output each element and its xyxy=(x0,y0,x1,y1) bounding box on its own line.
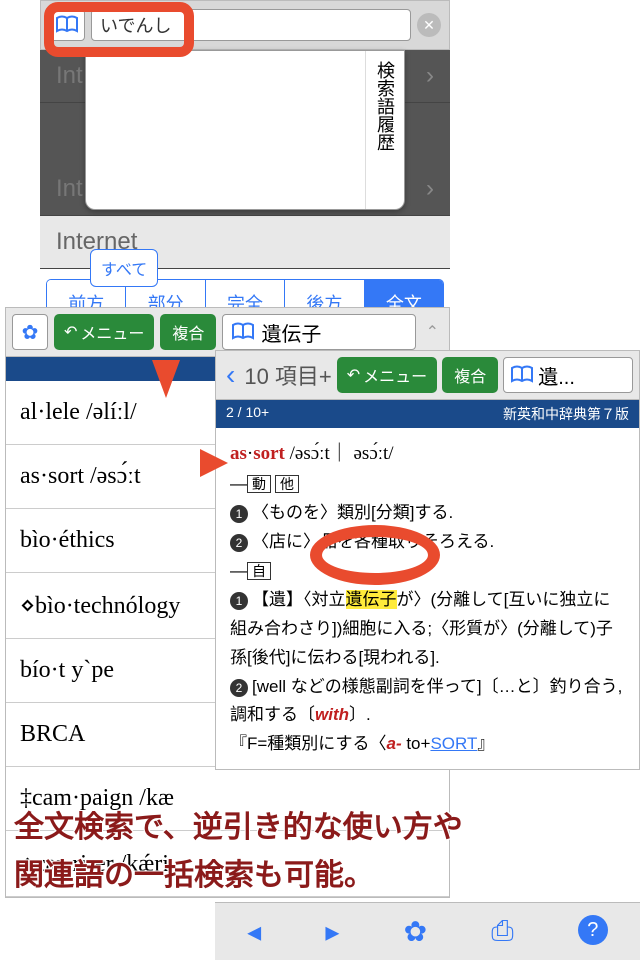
back-arrow-icon: ↶ xyxy=(64,322,77,342)
entry-header: 2 / 10+ 新英和中辞典第７版 xyxy=(216,400,639,428)
history-list[interactable] xyxy=(86,51,365,209)
back-button[interactable]: ‹ xyxy=(222,359,239,391)
help-button[interactable]: ? xyxy=(578,915,608,945)
chevron-right-icon: › xyxy=(426,62,434,90)
gear-icon: ✿ xyxy=(22,320,39,345)
bottom-toolbar: ◂ ▸ ✿ ⎙ ? xyxy=(215,902,640,960)
book-icon xyxy=(510,365,534,385)
prev-button[interactable]: ◂ xyxy=(247,915,261,948)
background-list: Int› 検索語履歴 Int› すべて Internet xyxy=(40,50,450,269)
menu-button[interactable]: ↶メニュー xyxy=(337,357,437,393)
pos-transitive: —動他 xyxy=(230,470,625,499)
bookmark-button[interactable]: ⎙ xyxy=(491,915,513,948)
annotation-highlight-box xyxy=(44,2,194,57)
book-icon xyxy=(231,322,255,342)
history-label: 検索語履歴 xyxy=(365,51,404,209)
settings-button[interactable]: ✿ xyxy=(12,314,48,350)
annotation-caption: 全文検索で、逆引き的な使い方や 関連語の一括検索も可能。 xyxy=(14,804,463,900)
sense: 1【遺】〈対立遺伝子が〉(分離して[互いに独立に組み合わさり])細胞に入る;〈形… xyxy=(230,586,625,673)
annotation-highlight-oval xyxy=(310,525,440,585)
chevron-right-icon: › xyxy=(426,175,434,203)
history-popup: 検索語履歴 xyxy=(85,50,405,210)
settings-button[interactable]: ✿ xyxy=(404,915,427,948)
sort-link[interactable]: SORT xyxy=(430,734,477,753)
headword: as·sort /əsɔ́ːt｜ əsɔ́ːt/ xyxy=(230,438,625,470)
menu-button[interactable]: ↶メニュー xyxy=(54,314,154,350)
dictionary-name: 新英和中辞典第７版 xyxy=(503,404,629,424)
detail-toolbar: ‹ 10 項目+ ↶メニュー 複合 遺... xyxy=(216,351,639,400)
entry-body: as·sort /əsɔ́ːt｜ əsɔ́ːt/ —動他 1〈ものを〉類別[分類… xyxy=(216,428,639,769)
sense: 2[well などの様態副詞を伴って]〔…と〕釣り合う, 調和する〔with〕. xyxy=(230,673,625,731)
position-indicator: 2 / 10+ xyxy=(226,404,269,424)
annotation-arrow-right xyxy=(130,445,230,481)
search-field[interactable]: 遺... xyxy=(503,357,633,393)
annotation-arrow-down xyxy=(148,60,184,400)
compound-button[interactable]: 複合 xyxy=(442,357,498,393)
search-highlight: 遺伝子 xyxy=(346,590,397,609)
chevron-up-icon[interactable]: ⌃ xyxy=(422,322,443,342)
clear-search-button[interactable]: ✕ xyxy=(417,13,441,37)
back-arrow-icon: ↶ xyxy=(347,365,360,385)
search-field[interactable]: 遺伝子 xyxy=(222,314,415,350)
sense: 1〈ものを〉類別[分類]する. xyxy=(230,499,625,528)
etymology: 『F=種類別にする〈a- to+SORT』 xyxy=(230,730,625,759)
next-button[interactable]: ▸ xyxy=(325,915,339,948)
item-count: 10 項目+ xyxy=(244,359,331,391)
